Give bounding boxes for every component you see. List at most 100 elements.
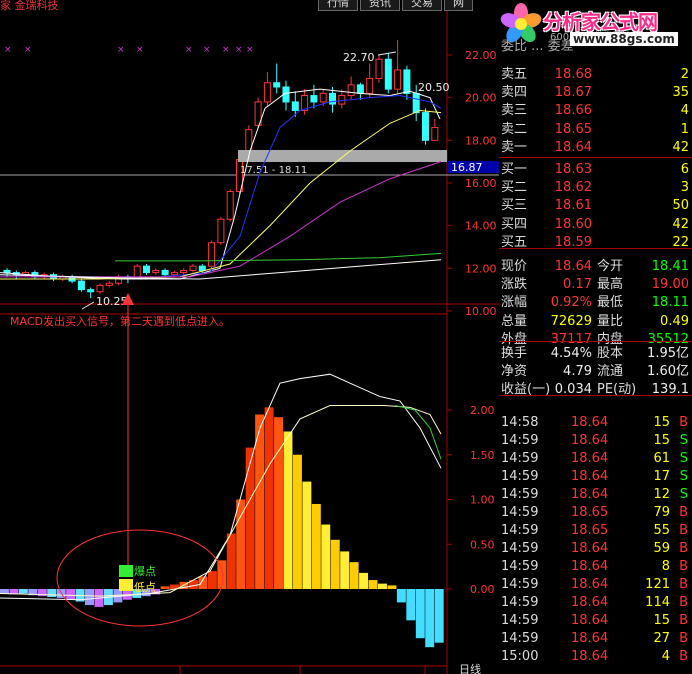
tick-row[interactable]: 14:59 18.64 27 B (499, 630, 692, 648)
tick-volume: 61 (653, 451, 670, 466)
menu-quote[interactable]: 行情 (318, 0, 358, 11)
tick-direction: B (679, 505, 688, 520)
stat-row[interactable]: 涨跌 0.17 最高 19.00 (499, 276, 692, 294)
fund-row[interactable]: 收益(一) 0.034 PE(动) 139.1 (499, 381, 692, 399)
macd-histogram-bar (198, 576, 208, 589)
tick-row[interactable]: 14:59 18.64 59 B (499, 540, 692, 558)
tick-direction: B (679, 631, 688, 646)
tick-time: 15:00 (501, 649, 539, 664)
macd-histogram-bar (311, 503, 321, 589)
candle-body (403, 69, 411, 94)
fund-value: 0.034 (554, 382, 592, 398)
macd-histogram-bar (236, 499, 246, 589)
tick-direction: S (679, 433, 688, 448)
tick-row[interactable]: 14:59 18.64 114 B (499, 594, 692, 612)
sell-row[interactable]: 卖五 18.68 2 (499, 66, 692, 84)
macd-histogram-bar (66, 589, 76, 600)
tick-row[interactable]: 14:59 18.64 12 S (499, 486, 692, 504)
fund-name: 换手 (501, 346, 528, 361)
stat-name: 最高 (597, 277, 624, 293)
macd-histogram-bar (415, 589, 425, 639)
fund-row[interactable]: 净资 4.79 流通 1.60亿 (499, 363, 692, 381)
tick-row[interactable]: 15:00 18.64 4 B (499, 648, 692, 666)
tick-time: 14:59 (501, 505, 539, 520)
macd-histogram-bar (321, 524, 331, 589)
sell-price: 18.68 (554, 67, 592, 82)
buy-row[interactable]: 买四 18.60 42 (499, 216, 692, 234)
sell-row[interactable]: 卖二 18.65 1 (499, 121, 692, 139)
stat-row[interactable]: 涨幅 0.92% 最低 18.11 (499, 294, 692, 312)
tick-direction: S (679, 469, 688, 484)
sell-row[interactable]: 卖四 18.67 35 (499, 84, 692, 102)
sell-level-label: 卖四 (501, 85, 528, 101)
stat-name: 量比 (597, 313, 624, 329)
macd-histogram-bar (340, 551, 350, 589)
tick-price: 18.64 (571, 649, 609, 664)
sell-price: 18.65 (554, 121, 592, 137)
candle-body (310, 95, 318, 103)
buy-signal-label: 爆点 (134, 564, 156, 578)
tick-price: 18.64 (571, 487, 609, 502)
tick-price: 18.64 (571, 577, 609, 592)
buy-row[interactable]: 买一 18.63 6 (499, 161, 692, 179)
tick-row[interactable]: 14:59 18.64 15 B (499, 612, 692, 630)
candle-body (96, 284, 104, 293)
tick-volume: 12 (653, 487, 670, 502)
stat-row[interactable]: 总量 72629 量比 0.49 (499, 313, 692, 331)
tick-direction: S (679, 487, 688, 502)
tick-volume: 27 (653, 631, 670, 646)
fund-value: 1.95亿 (647, 346, 689, 361)
chart-area[interactable]: 22.00 20.00 18.00 16.00 14.00 12.00 10.00 16.87… (0, 11, 499, 674)
macd-histogram-bar (434, 589, 444, 643)
menu-news[interactable]: 资讯 (360, 0, 400, 11)
fund-value: 4.54% (550, 346, 592, 361)
signal-marker-icon: × (117, 45, 125, 55)
fund-value: 1.60亿 (647, 364, 689, 380)
tick-volume: 4 (661, 649, 670, 664)
tick-price: 18.64 (571, 541, 609, 556)
signal-marker-icon: × (222, 45, 230, 55)
macd-histogram-bar (85, 589, 94, 606)
buy-row[interactable]: 买二 18.62 3 (499, 179, 692, 197)
price-tick-label: 22.00 (465, 49, 497, 62)
logo-title: 分析家公式网 (543, 10, 658, 34)
tick-row[interactable]: 14:59 18.65 79 B (499, 504, 692, 522)
menu-web[interactable]: 网 (444, 0, 473, 11)
tick-row[interactable]: 14:59 18.64 121 B (499, 576, 692, 594)
candle-body (347, 84, 355, 97)
buy-row[interactable]: 买三 18.61 50 (499, 197, 692, 215)
candle-body (170, 272, 178, 276)
signal-marker-icon: × (235, 45, 243, 55)
sell-row[interactable]: 卖一 18.64 42 (499, 139, 692, 157)
price-tick-label: 10.00 (465, 305, 497, 318)
macd-histogram-bar (245, 447, 255, 589)
buy-row[interactable]: 买五 18.59 22 (499, 234, 692, 252)
menu-trade[interactable]: 交易 (402, 0, 442, 11)
macd-histogram-bar (302, 481, 312, 589)
macd-histogram-bar (226, 533, 236, 589)
fund-row[interactable]: 换手 4.54% 股本 1.95亿 (499, 345, 692, 363)
tick-time: 14:59 (501, 613, 539, 628)
tick-time: 14:59 (501, 487, 539, 502)
tick-price: 18.64 (571, 433, 609, 448)
price-band-label: 17.51 - 18.11 (240, 165, 307, 176)
stat-value: 19.00 (651, 277, 689, 293)
sell-volume: 1 (680, 121, 689, 137)
tick-price: 18.64 (571, 631, 609, 646)
tick-row[interactable]: 14:59 18.64 17 S (499, 468, 692, 486)
tick-row[interactable]: 14:59 18.64 8 B (499, 558, 692, 576)
tick-row[interactable]: 14:59 18.64 61 S (499, 450, 692, 468)
fund-name: 股本 (597, 346, 624, 361)
sell-volume: 4 (680, 103, 689, 119)
stat-name: 今开 (597, 259, 624, 274)
stat-row[interactable]: 现价 18.64 今开 18.41 (499, 258, 692, 276)
sell-row[interactable]: 卖三 18.66 4 (499, 102, 692, 120)
candle-body (394, 69, 402, 90)
candle-body (375, 58, 383, 79)
tick-row[interactable]: 14:58 18.64 15 B (499, 414, 692, 432)
tick-time: 14:59 (501, 469, 539, 484)
tick-row[interactable]: 14:59 18.65 55 B (499, 522, 692, 540)
tick-row[interactable]: 14:59 18.64 15 S (499, 432, 692, 450)
macd-histogram-bar (406, 589, 416, 621)
sell-volume: 42 (672, 139, 689, 155)
